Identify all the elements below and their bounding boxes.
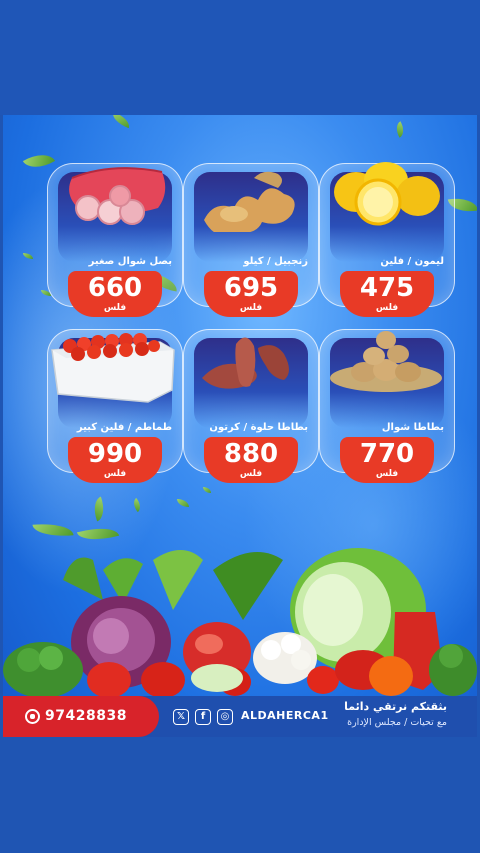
sub-slogan: مع تحيات / مجلس الإدارة	[347, 717, 447, 728]
product-card[interactable]: بطاطا حلوة / كرتون 880 فلس	[183, 329, 319, 483]
price-value: 475	[359, 273, 415, 303]
whatsapp-icon	[25, 709, 40, 724]
top-band	[0, 0, 480, 115]
potato-icon	[330, 331, 442, 392]
slogan: بثقتكم نرتقي دائما	[344, 700, 447, 713]
product-name: بطاطا حلوة / كرتون	[209, 422, 308, 433]
price-tag: 660 فلس	[68, 271, 162, 317]
onion-sack-icon	[69, 167, 166, 225]
price-value: 990	[87, 439, 143, 469]
product-card[interactable]: بطاطا شوال 770 فلس	[319, 329, 455, 483]
leaf-icon	[203, 487, 211, 493]
price-tag: 990 فلس	[68, 437, 162, 483]
leaf-icon	[109, 115, 133, 129]
price-currency: فلس	[375, 303, 399, 313]
facebook-icon[interactable]: f	[195, 709, 211, 725]
price-tag: 475 فلس	[340, 271, 434, 317]
product-card[interactable]: ليمون / فلين 475 فلس	[319, 162, 455, 317]
product-card[interactable]: بصل شوال صغير 660 فلس	[47, 163, 183, 317]
price-currency: فلس	[239, 469, 263, 479]
leaf-icon	[392, 121, 408, 138]
price-value: 770	[359, 439, 415, 469]
footer-bar: 97428838 𝕏 f ◎ ALDAHERCA1 بثقتكم نرتقي د…	[3, 696, 477, 737]
ginger-icon	[204, 171, 295, 232]
bottom-band	[0, 737, 480, 853]
product-name: زنجبيل / كيلو	[243, 256, 308, 267]
price-currency: فلس	[103, 469, 127, 479]
sweet-potato-icon	[202, 337, 289, 389]
offer-poster: ليمون / فلين 475 فلس زنجبيل / كيلو 695 ف…	[3, 115, 477, 737]
price-tag: 770 فلس	[340, 437, 434, 483]
product-name: بطاطا شوال	[381, 422, 444, 433]
price-currency: فلس	[239, 303, 263, 313]
vegetables-illustration	[3, 548, 477, 698]
price-value: 880	[223, 439, 279, 469]
x-twitter-icon[interactable]: 𝕏	[173, 709, 189, 725]
price-tag: 695 فلس	[204, 271, 298, 317]
product-name: بصل شوال صغير	[88, 256, 172, 267]
price-value: 660	[87, 273, 143, 303]
product-card[interactable]: زنجبيل / كيلو 695 فلس	[183, 163, 319, 317]
lemon-icon	[334, 162, 440, 226]
phone-number: 97428838	[45, 708, 127, 724]
phone-contact[interactable]: 97428838	[3, 696, 159, 737]
instagram-icon[interactable]: ◎	[217, 709, 233, 725]
price-value: 695	[223, 273, 279, 303]
tomato-box-icon	[51, 333, 175, 403]
product-name: طماطم / فلين كبير	[76, 422, 172, 433]
price-currency: فلس	[103, 303, 127, 313]
social-handle[interactable]: ALDAHERCA1	[241, 709, 329, 722]
product-name: ليمون / فلين	[380, 256, 444, 267]
product-card[interactable]: طماطم / فلين كبير 990 فلس	[47, 329, 183, 483]
price-tag: 880 فلس	[204, 437, 298, 483]
price-currency: فلس	[375, 469, 399, 479]
leaf-icon	[22, 147, 56, 175]
